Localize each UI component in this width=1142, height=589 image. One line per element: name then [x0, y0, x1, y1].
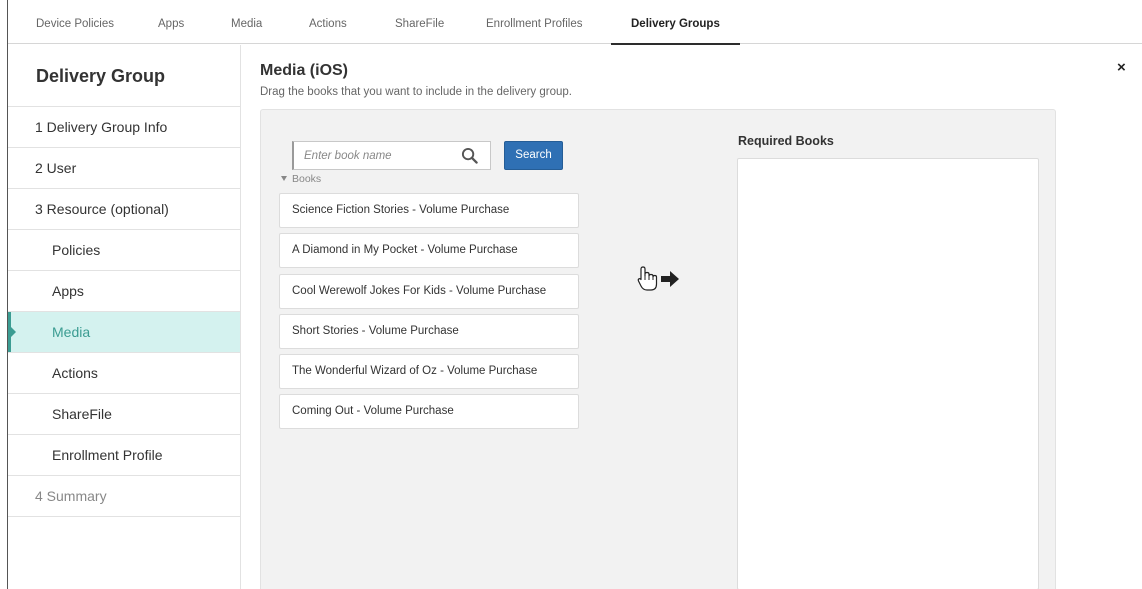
hand-pointer-icon	[637, 266, 658, 291]
drag-hint	[637, 266, 679, 291]
books-group-toggle[interactable]: Books	[281, 173, 321, 185]
page-title: Media (iOS)	[260, 62, 349, 79]
tab-device-policies[interactable]: Device Policies	[36, 0, 114, 44]
book-item[interactable]: Coming Out - Volume Purchase	[279, 394, 579, 430]
book-item[interactable]: Cool Werewolf Jokes For Kids - Volume Pu…	[279, 273, 579, 309]
sidebar-item-enrollment-profile[interactable]: Enrollment Profile	[8, 435, 240, 476]
sidebar-item-resource[interactable]: 3 Resource (optional)	[8, 189, 240, 230]
top-navigation: Device Policies Apps Media Actions Share…	[8, 0, 1142, 45]
required-books-dropzone[interactable]	[737, 158, 1039, 589]
tab-actions[interactable]: Actions	[309, 0, 347, 44]
sidebar-item-summary[interactable]: 4 Summary	[8, 476, 240, 517]
sidebar-item-sharefile[interactable]: ShareFile	[8, 394, 240, 435]
search-button[interactable]: Search	[504, 141, 563, 170]
tab-sharefile[interactable]: ShareFile	[395, 0, 444, 44]
book-search-input[interactable]	[304, 142, 454, 169]
page-subtitle: Drag the books that you want to include …	[260, 86, 572, 98]
sidebar-item-user[interactable]: 2 User	[8, 148, 240, 189]
sidebar-item-delivery-group-info[interactable]: 1 Delivery Group Info	[8, 107, 240, 148]
tab-media[interactable]: Media	[231, 0, 262, 44]
sidebar-item-apps[interactable]: Apps	[8, 271, 240, 312]
sidebar-item-policies[interactable]: Policies	[8, 230, 240, 271]
book-item[interactable]: Short Stories - Volume Purchase	[279, 313, 579, 349]
sidebar-item-actions[interactable]: Actions	[8, 353, 240, 394]
book-item[interactable]: Science Fiction Stories - Volume Purchas…	[279, 193, 579, 228]
tab-delivery-groups[interactable]: Delivery Groups	[611, 0, 740, 45]
books-group-label: Books	[292, 173, 322, 185]
tab-apps[interactable]: Apps	[158, 0, 184, 44]
arrow-right-icon	[661, 271, 679, 287]
wizard-sidebar: Delivery Group 1 Delivery Group Info 2 U…	[8, 45, 241, 589]
caret-down-icon	[281, 175, 287, 181]
close-icon[interactable]: ×	[1117, 60, 1126, 75]
tab-enrollment-profiles[interactable]: Enrollment Profiles	[486, 0, 583, 44]
book-item[interactable]: A Diamond in My Pocket - Volume Purchase	[279, 233, 579, 269]
sidebar-item-media[interactable]: Media	[8, 312, 240, 353]
book-item[interactable]: The Wonderful Wizard of Oz - Volume Purc…	[279, 354, 579, 390]
sidebar-heading: Delivery Group	[8, 45, 240, 107]
required-books-label: Required Books	[738, 134, 834, 148]
available-books-list: Science Fiction Stories - Volume Purchas…	[279, 193, 579, 435]
search-box	[292, 141, 491, 170]
search-icon[interactable]	[461, 147, 478, 164]
media-selection-panel: Search Books Science Fiction Stories - V…	[260, 109, 1056, 589]
